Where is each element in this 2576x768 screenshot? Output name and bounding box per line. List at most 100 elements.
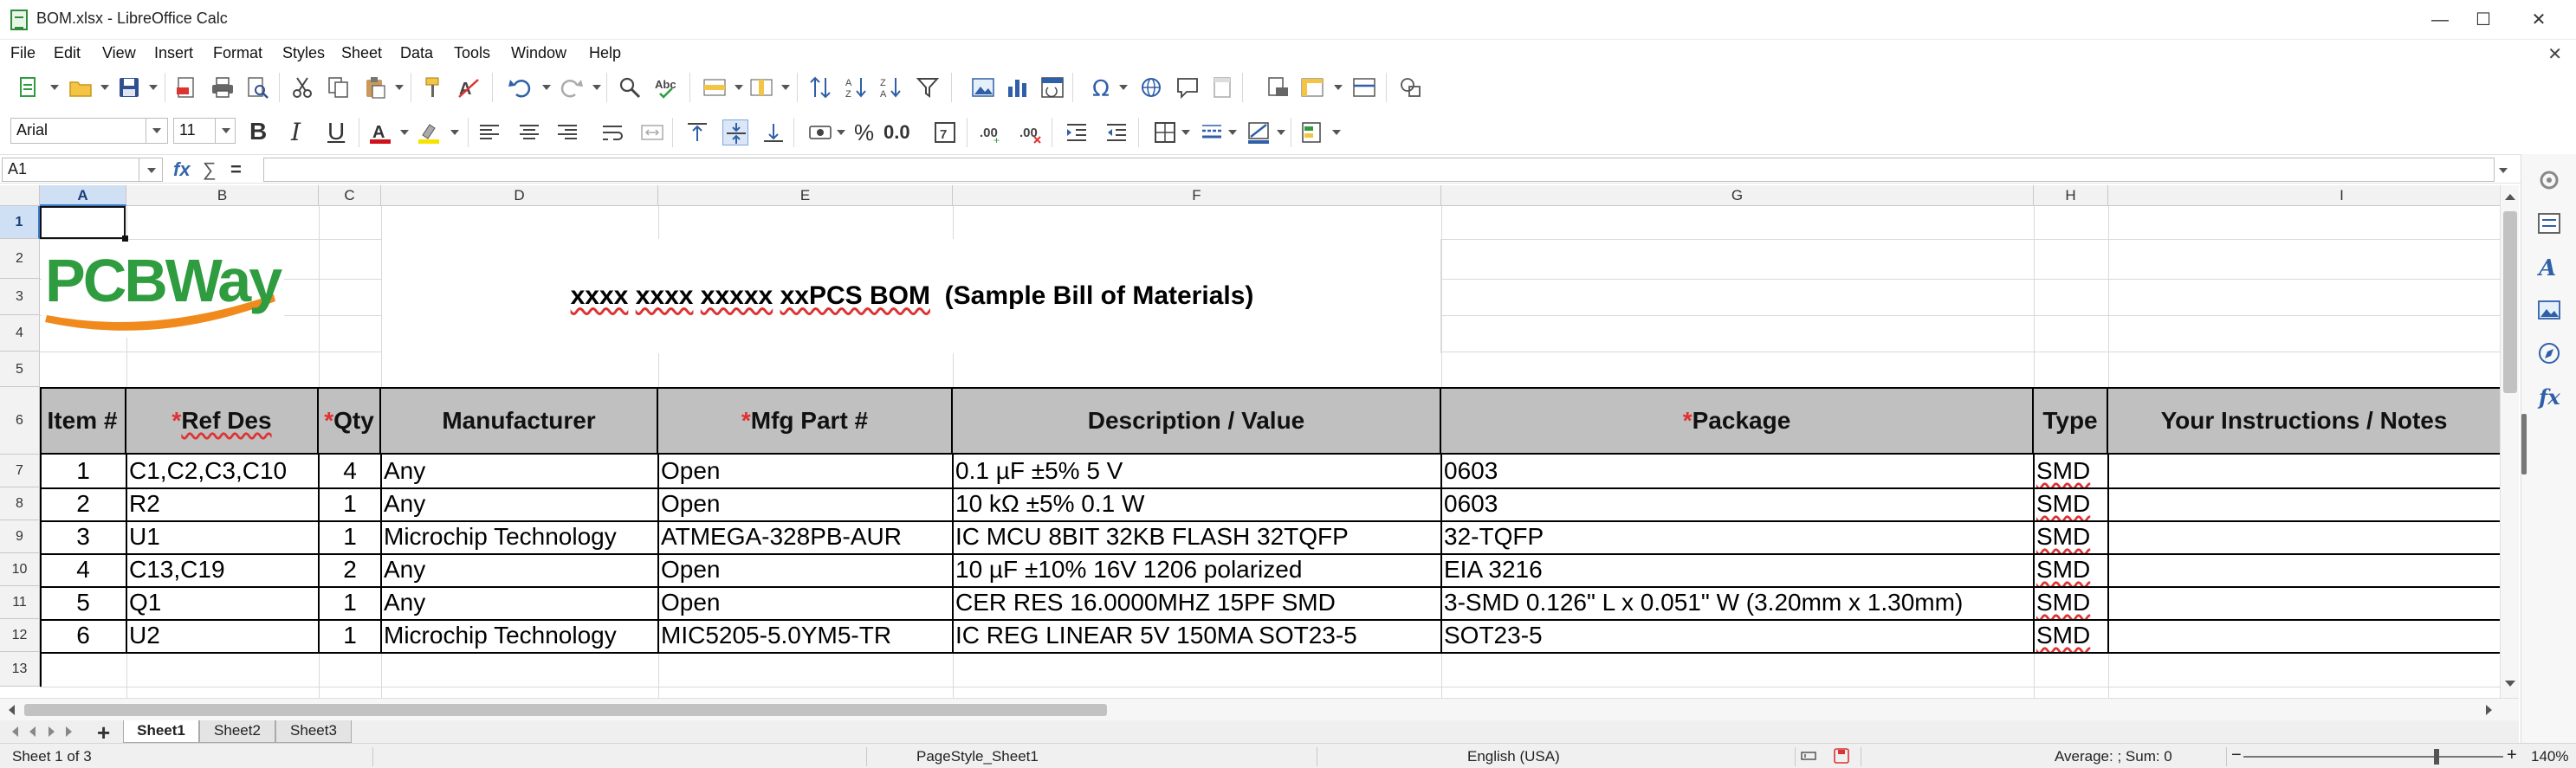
expand-formula-bar-icon[interactable]	[2495, 158, 2514, 182]
special-character-icon[interactable]: Ω	[1090, 74, 1116, 102]
table-cell[interactable]: IC REG LINEAR 5V 150MA SOT23-5	[953, 619, 1441, 652]
column-header-d[interactable]: D	[381, 185, 658, 206]
spelling-icon[interactable]: Abc	[653, 74, 679, 100]
table-cell[interactable]: SMD	[2034, 520, 2108, 553]
close-document-icon[interactable]: ✕	[2547, 43, 2562, 65]
decrease-indent-icon[interactable]	[1104, 119, 1129, 145]
split-window-icon[interactable]	[1351, 74, 1377, 100]
table-cell[interactable]: SMD	[2034, 487, 2108, 520]
bom-title-cell[interactable]: xxxx xxxx xxxxx xxPCS BOM (Sample Bill o…	[381, 239, 1441, 353]
border-color-icon[interactable]	[1246, 119, 1272, 145]
paste-icon[interactable]	[362, 74, 388, 100]
sidebar-functions-icon[interactable]: fx	[2535, 383, 2563, 410]
table-cell[interactable]: 10 kΩ ±5% 0.1 W	[953, 487, 1441, 520]
header-qty[interactable]: *Qty	[319, 387, 381, 455]
column-header-i[interactable]: I	[2108, 185, 2500, 206]
table-cell[interactable]: C1,C2,C3,C10	[126, 455, 319, 487]
table-cell[interactable]	[2108, 553, 2500, 586]
selected-cell-a1[interactable]	[40, 206, 126, 239]
table-cell[interactable]	[2108, 520, 2500, 553]
table-cell[interactable]: U1	[126, 520, 319, 553]
comment-icon[interactable]	[1175, 74, 1201, 100]
formula-button[interactable]: =	[230, 158, 242, 181]
table-cell[interactable]: U2	[126, 619, 319, 652]
menu-data[interactable]: Data	[400, 44, 433, 62]
maximize-button[interactable]: ☐	[2462, 5, 2505, 35]
format-as-currency-icon[interactable]	[807, 119, 833, 145]
menu-file[interactable]: File	[10, 44, 36, 62]
zoom-out-button[interactable]: −	[2231, 745, 2242, 765]
table-cell[interactable]: Microchip Technology	[381, 520, 658, 553]
scroll-left-icon[interactable]	[9, 705, 15, 715]
row-header-9[interactable]: 9	[0, 520, 40, 553]
selection-mode-icon[interactable]	[1798, 745, 1819, 766]
table-cell[interactable]: Q1	[126, 586, 319, 619]
hyperlink-icon[interactable]	[1138, 74, 1164, 100]
zoom-slider-thumb[interactable]	[2434, 749, 2439, 765]
table-cell[interactable]	[2108, 586, 2500, 619]
font-name-dropdown-icon[interactable]	[146, 118, 168, 144]
scroll-right-icon[interactable]	[2486, 705, 2492, 715]
font-size-dropdown-icon[interactable]	[215, 118, 236, 144]
bold-button[interactable]: B	[249, 118, 267, 145]
table-cell[interactable]: EIA 3216	[1441, 553, 2034, 586]
column-header-c[interactable]: C	[319, 185, 381, 206]
row-header-5[interactable]: 5	[0, 352, 40, 387]
table-cell[interactable]: 6	[40, 619, 126, 652]
table-cell[interactable]: 1	[319, 619, 381, 652]
italic-button[interactable]: I	[291, 118, 301, 146]
table-cell[interactable]: Any	[381, 487, 658, 520]
table-cell[interactable]: 2	[40, 487, 126, 520]
align-center-icon[interactable]	[516, 119, 542, 145]
language-status[interactable]: English (USA)	[1467, 748, 1560, 765]
table-cell[interactable]: 4	[319, 455, 381, 487]
table-cell[interactable]: SOT23-5	[1441, 619, 2034, 652]
print-icon[interactable]	[210, 74, 236, 100]
table-cell[interactable]: ATMEGA-328PB-AUR	[658, 520, 953, 553]
scroll-down-icon[interactable]	[2505, 681, 2515, 687]
table-cell[interactable]	[2108, 619, 2500, 652]
menu-styles[interactable]: Styles	[282, 44, 325, 62]
table-cell[interactable]	[2108, 487, 2500, 520]
menu-sheet[interactable]: Sheet	[341, 44, 382, 62]
new-document-icon[interactable]	[16, 74, 42, 100]
table-cell[interactable]: 10 µF ±10% 16V 1206 polarized	[953, 553, 1441, 586]
align-left-icon[interactable]	[476, 119, 502, 145]
scroll-up-icon[interactable]	[2505, 194, 2515, 200]
table-cell[interactable]: Open	[658, 586, 953, 619]
header-item-number[interactable]: Item #	[40, 387, 126, 455]
merge-cells-icon[interactable]	[639, 119, 665, 145]
table-cell[interactable]: Microchip Technology	[381, 619, 658, 652]
row-header-11[interactable]: 11	[0, 586, 40, 619]
increase-indent-icon[interactable]	[1064, 119, 1090, 145]
sheet-tab-sheet2[interactable]: Sheet2	[199, 720, 275, 743]
highlight-color-icon[interactable]	[416, 119, 442, 145]
column-header-b[interactable]: B	[126, 185, 319, 206]
column-header-e[interactable]: E	[658, 185, 953, 206]
document-modified-icon[interactable]	[1831, 745, 1852, 766]
save-icon[interactable]	[116, 74, 142, 100]
find-replace-icon[interactable]	[617, 74, 643, 100]
sort-descending-icon[interactable]: ZA	[878, 74, 904, 100]
header-package[interactable]: *Package	[1441, 387, 2034, 455]
headers-footers-icon[interactable]	[1209, 74, 1235, 100]
name-box-dropdown-icon[interactable]	[139, 158, 163, 182]
page-style-status[interactable]: PageStyle_Sheet1	[916, 748, 1039, 765]
font-name-combobox[interactable]: Arial	[10, 118, 168, 144]
insert-image-icon[interactable]	[970, 74, 996, 100]
align-right-icon[interactable]	[554, 119, 580, 145]
minimize-button[interactable]: —	[2418, 5, 2462, 35]
row-header-4[interactable]: 4	[0, 315, 40, 352]
format-as-date-icon[interactable]: 7	[932, 119, 958, 145]
row-header-12[interactable]: 12	[0, 619, 40, 652]
freeze-rows-columns-icon[interactable]	[1299, 74, 1325, 100]
sidebar-properties-icon[interactable]	[2535, 210, 2563, 237]
table-cell[interactable]: 32-TQFP	[1441, 520, 2034, 553]
open-folder-icon[interactable]	[68, 74, 94, 100]
zoom-in-button[interactable]: +	[2507, 745, 2517, 765]
table-cell[interactable]: 0603	[1441, 455, 2034, 487]
column-header-f[interactable]: F	[953, 185, 1441, 206]
row-header-1[interactable]: 1	[0, 206, 40, 239]
close-window-button[interactable]: ✕	[2517, 5, 2560, 35]
table-cell[interactable]: MIC5205-5.0YM5-TR	[658, 619, 953, 652]
